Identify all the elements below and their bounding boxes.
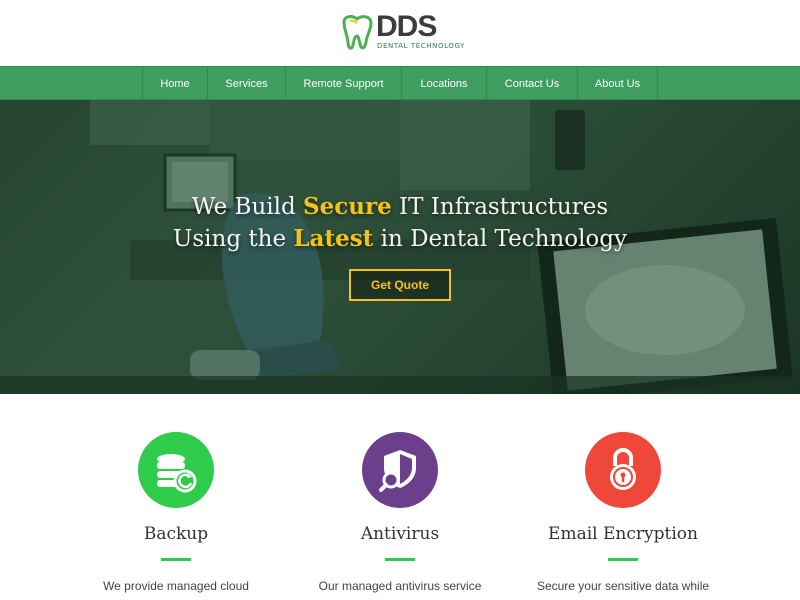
feature-backup-title: Backup (143, 524, 209, 544)
hero-headline-line1: We Build Secure IT Infrastructures (0, 192, 800, 222)
logo-subtext: DENTAL TECHNOLOGY (377, 42, 466, 50)
backup-icon-circle[interactable] (138, 432, 214, 508)
encryption-icon-circle[interactable] (585, 432, 661, 508)
nav-home[interactable]: Home (142, 67, 207, 99)
hero-line1-pre: We Build (191, 194, 304, 220)
feature-backup-description: We provide managed cloud (103, 579, 249, 593)
feature-backup-divider (161, 558, 191, 561)
feature-email-encryption-divider (608, 558, 638, 561)
nav-services[interactable]: Services (207, 67, 285, 99)
feature-antivirus-description: Our managed antivirus service (318, 579, 482, 593)
nav-about-us[interactable]: About Us (577, 67, 658, 99)
shield-search-icon (379, 450, 416, 492)
hero-line1-post: IT Infrastructures (391, 194, 609, 220)
tooth-logo-icon (342, 15, 373, 50)
main-nav: Home Services Remote Support Locations C… (0, 66, 800, 100)
padlock-icon (610, 448, 636, 490)
site-header: DDS DENTAL TECHNOLOGY (0, 0, 800, 66)
logo[interactable]: DDS DENTAL TECHNOLOGY (340, 10, 466, 54)
hero-line1-highlight: Secure (303, 193, 392, 220)
feature-antivirus-title: Antivirus (360, 524, 440, 544)
antivirus-icon-circle[interactable] (362, 432, 438, 508)
feature-email-encryption-title: Email Encryption (548, 524, 698, 544)
logo-text: DDS (376, 10, 437, 43)
feature-email-encryption-description: Secure your sensitive data while (536, 579, 710, 593)
nav-locations[interactable]: Locations (401, 67, 486, 99)
hero-headline-line2: Using the Latest in Dental Technology (0, 224, 800, 254)
feature-antivirus-divider (385, 558, 415, 561)
nav-contact-us[interactable]: Contact Us (486, 67, 577, 99)
get-quote-button[interactable]: Get Quote (349, 269, 451, 301)
hero-banner: We Build Secure IT Infrastructures Using… (0, 100, 800, 394)
hero-line2-pre: Using the (173, 226, 294, 252)
nav-remote-support[interactable]: Remote Support (285, 67, 401, 99)
hero-line2-post: in Dental Technology (373, 226, 627, 252)
hero-line2-highlight: Latest (293, 225, 374, 252)
database-sync-icon (157, 454, 197, 493)
